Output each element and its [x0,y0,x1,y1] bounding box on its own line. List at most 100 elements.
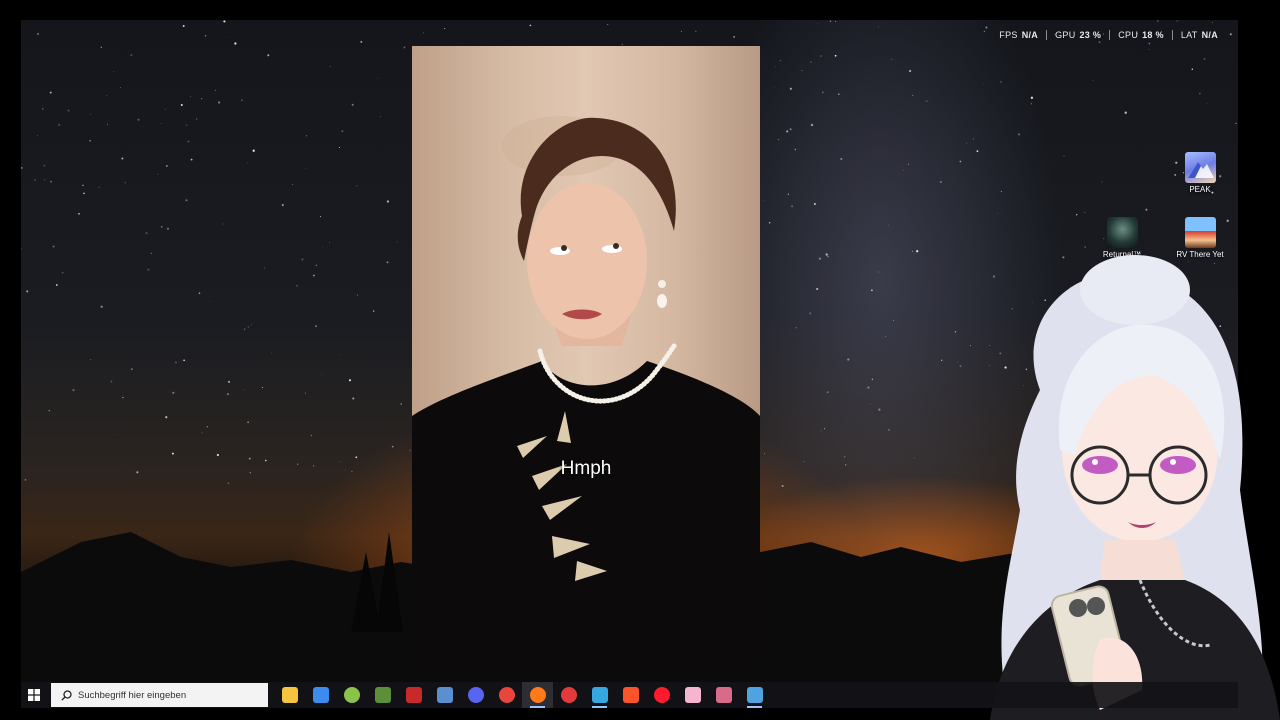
star [121,157,124,160]
star [834,54,837,57]
star [351,103,354,106]
star [252,149,255,152]
taskbar-app-discord[interactable] [460,682,491,708]
star [247,162,249,164]
star [89,139,91,142]
star [44,179,46,181]
taskbar-app-firefox[interactable] [522,682,553,708]
star [322,246,324,248]
star [444,28,446,30]
star [940,181,942,183]
taskbar-app-pink-app[interactable] [677,682,708,708]
star [34,178,37,181]
taskbar-app-steam[interactable] [429,682,460,708]
taskbar-app-chrome[interactable] [491,682,522,708]
star [310,434,313,437]
star [227,482,230,484]
star [826,391,829,394]
taskbar-app-performance-monitor[interactable] [553,682,584,708]
star [248,457,251,460]
star [216,453,220,457]
video-player[interactable]: Hmph [412,46,760,666]
star [183,359,185,362]
star [916,250,919,253]
taskbar-app-minecraft[interactable] [367,682,398,708]
star [110,380,113,383]
taskbar-app-app-blue-swirl[interactable] [584,682,615,708]
star [787,193,789,195]
star [844,456,846,458]
star [794,148,797,151]
star [206,426,209,428]
star [29,110,31,112]
star [21,248,22,250]
minecraft-icon [374,687,391,703]
star [810,123,814,127]
star [72,388,75,392]
star [356,294,358,296]
star [297,463,299,465]
star [160,226,163,228]
taskbar-search-box[interactable]: Suchbegriff hier eingeben [51,683,268,707]
star [174,361,177,364]
star [21,166,23,169]
taskbar-app-opera[interactable] [646,682,677,708]
star [312,274,315,277]
taskbar-app-android-app[interactable] [336,682,367,708]
star [100,305,103,308]
video-subtitle: Hmph [560,458,612,479]
star [409,449,411,451]
star [803,461,805,462]
taskbar-app-pen-tool[interactable] [708,682,739,708]
taskbar-app-brave[interactable] [615,682,646,708]
star [190,96,192,98]
start-button[interactable] [25,686,43,704]
star [240,99,243,102]
desktop-icon-label: PEAK [1189,185,1211,194]
steam-icon-2 [746,687,763,703]
steam-icon [436,687,453,703]
star [185,199,188,202]
android-app-icon [343,687,360,703]
star [52,245,55,248]
star [386,200,390,203]
taskbar-app-file-explorer[interactable] [274,682,305,708]
star [976,150,979,153]
star [973,138,975,140]
star [1148,42,1151,45]
star [180,103,183,107]
taskbar-app-game-app[interactable] [398,682,429,708]
desktop-icon-peak[interactable]: PEAK [1170,152,1230,194]
star [959,160,962,163]
star [43,164,46,167]
star [902,170,904,171]
video-frame-woman-in-black-dress [412,116,760,666]
performance-monitor-icon [560,687,577,703]
star [106,95,108,97]
star [83,192,85,195]
star [763,453,765,455]
star [396,241,398,243]
star [166,227,170,230]
taskbar-app-microsoft-store[interactable] [305,682,336,708]
brave-icon [622,687,639,703]
taskbar-app-steam[interactable] [739,682,770,708]
star [840,157,843,161]
star [98,186,100,188]
latency-readout: LAT N/A [1171,30,1226,40]
peak-app-icon [1184,152,1216,183]
star [982,83,984,85]
gpu-readout: GPU 23 % [1046,30,1109,40]
star [82,184,84,186]
star [1000,81,1002,83]
star [234,42,237,45]
star [1199,92,1201,95]
star [1030,96,1034,99]
star [338,146,340,149]
star [124,182,126,184]
star [912,94,914,96]
star [50,180,52,183]
star [305,135,308,137]
star [779,59,782,62]
star [244,328,246,330]
